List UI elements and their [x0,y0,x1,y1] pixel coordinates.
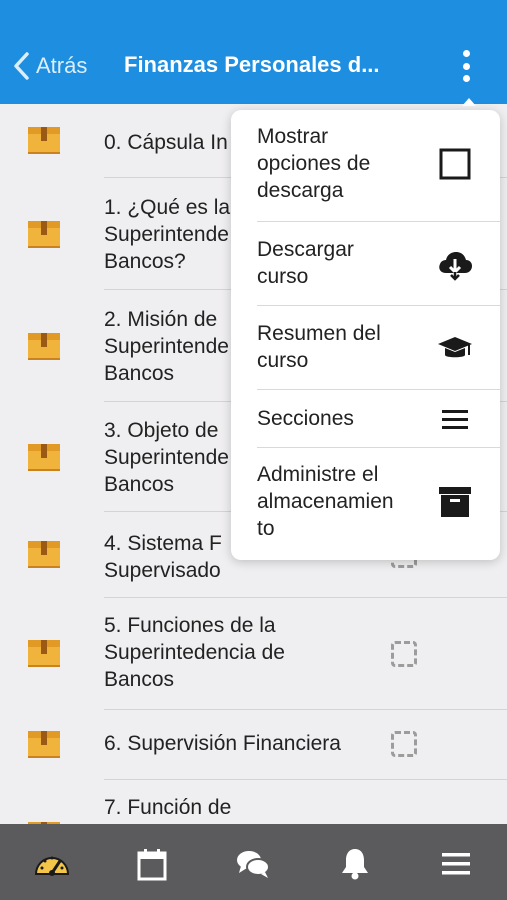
calendar-icon [137,849,167,881]
menu-item-course-summary[interactable]: Resumen del curso [231,306,500,390]
bell-icon [342,849,368,880]
menu-caret [462,98,476,106]
section-label: 7. Función de [104,796,232,819]
section-row[interactable]: 7. Función de [0,780,507,824]
menu-item-label: Secciones [257,407,354,430]
package-icon [28,221,60,248]
section-row[interactable]: 5. Funciones de la Superintedencia de Banc… [0,598,507,710]
section-label: 5. Funciones de la Superintedencia de Banc… [104,614,285,691]
section-label: 6. Supervisión Financiera [104,732,341,755]
status-bar [0,0,507,30]
more-options-button[interactable] [455,46,477,86]
cloud-download-icon [439,252,472,281]
tab-messages[interactable] [233,844,273,884]
back-label: Atrás [36,53,88,78]
section-row[interactable]: 6. Supervisión Financiera [0,710,507,780]
menu-item-label: Resumen del curso [257,322,381,372]
menu-item-sections[interactable]: Secciones [231,390,500,448]
download-checkbox[interactable] [391,641,417,667]
package-icon [28,333,60,360]
menu-item-show-download-options[interactable]: Mostrar opciones de descarga [231,110,500,222]
back-button[interactable]: Atrás [12,50,87,82]
hamburger-icon [442,410,468,429]
dashboard-icon [34,856,70,876]
nav-bar: Atrás Finanzas Personales d... [0,30,507,104]
package-icon [28,640,60,667]
package-icon [28,127,60,154]
menu-icon [442,853,470,875]
package-icon [28,731,60,758]
tab-dashboard[interactable] [32,844,72,884]
tab-menu[interactable] [436,844,476,884]
menu-item-download-course[interactable]: Descargar curso [231,222,500,306]
menu-item-label: Descargar curso [257,238,354,288]
menu-item-label: Mostrar opciones de descarga [257,125,371,202]
dot-icon [462,62,470,70]
package-icon [28,444,60,471]
checkbox-icon [439,148,471,180]
tab-calendar[interactable] [132,844,172,884]
chevron-left-icon [14,52,29,80]
options-menu: Mostrar opciones de descarga Descargar curs… [231,110,500,560]
menu-item-manage-storage[interactable]: Administre el almacenamien to [231,448,500,560]
menu-item-label: Administre el almacenamien to [257,463,394,540]
dot-icon [462,50,470,57]
archive-icon [439,487,471,517]
tab-notifications[interactable] [335,844,375,884]
dot-icon [462,75,470,82]
page-title: Finanzas Personales d... [124,52,380,77]
tab-bar [0,824,507,900]
download-checkbox[interactable] [391,731,417,757]
package-icon [28,541,60,568]
graduation-cap-icon [438,337,472,358]
chat-icon [237,851,270,878]
